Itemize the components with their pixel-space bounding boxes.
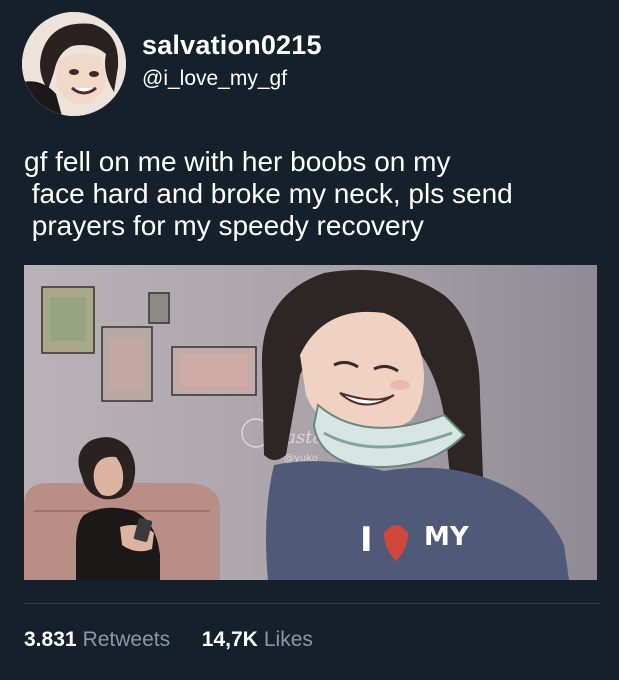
tweet-image[interactable]: Pasta @yuko_ I MY: [24, 265, 597, 580]
user-handle[interactable]: @i_love_my_gf: [142, 67, 287, 91]
likes-label: Likes: [263, 628, 313, 651]
tweet-text: gf fell on me with her boobs on my face …: [24, 146, 513, 241]
shirt-text-my: MY: [424, 522, 470, 552]
likes-count: 14,7K: [201, 628, 258, 651]
tweet-stats: 3.831 Retweets 14,7K Likes: [24, 628, 313, 652]
likes-stat[interactable]: 14,7K Likes: [202, 628, 313, 651]
shirt-text-i: I: [360, 520, 373, 560]
tweet-header: salvation0215 @i_love_my_gf: [22, 12, 602, 122]
tweet-illustration: Pasta @yuko_ I MY: [24, 265, 597, 580]
retweets-count: 3.831: [24, 628, 77, 651]
retweets-stat[interactable]: 3.831 Retweets: [24, 628, 176, 651]
avatar[interactable]: [22, 12, 126, 116]
display-name[interactable]: salvation0215: [142, 30, 322, 61]
avatar-illustration: [22, 12, 126, 116]
retweets-label: Retweets: [82, 628, 171, 651]
divider: [24, 603, 601, 604]
